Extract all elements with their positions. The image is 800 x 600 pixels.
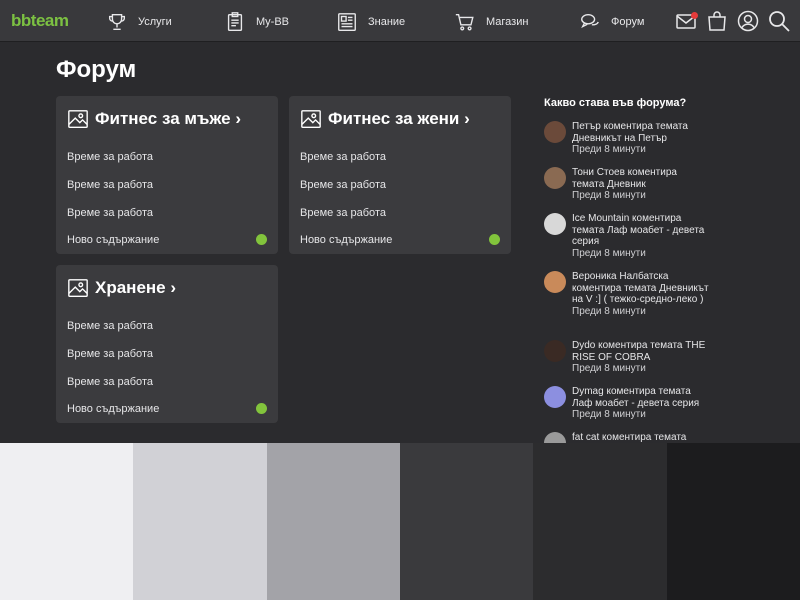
image-icon xyxy=(68,279,88,297)
search-button[interactable] xyxy=(767,9,791,33)
activity-text[interactable]: Dymag коментира темата Лаф моабет - деве… xyxy=(572,386,699,409)
chat-icon xyxy=(581,13,599,29)
avatar[interactable] xyxy=(544,340,566,362)
image-icon xyxy=(301,110,321,128)
activity-time: Преди 8 минути xyxy=(572,144,646,155)
nav-services[interactable]: Услуги xyxy=(106,10,172,34)
avatar[interactable] xyxy=(544,121,566,143)
clipboard-icon xyxy=(227,12,243,31)
user-icon xyxy=(737,10,759,32)
trophy-icon xyxy=(108,13,126,31)
card-row[interactable]: Време за работа xyxy=(67,376,153,388)
card-title: Хранене › xyxy=(95,278,177,297)
card-title: Фитнес за мъже › xyxy=(95,109,242,128)
messages-button[interactable] xyxy=(674,9,698,33)
bag-button[interactable] xyxy=(705,9,729,33)
cart-icon xyxy=(455,13,474,31)
nav-shop[interactable]: Магазин xyxy=(454,10,528,34)
color-palette xyxy=(0,443,800,600)
activity-time: Преди 8 минути xyxy=(572,409,646,420)
activity-time: Преди 8 минути xyxy=(572,247,646,259)
shopping-bag-icon xyxy=(708,11,726,31)
activity-heading: Какво става във форума? xyxy=(544,97,687,109)
forum-card-women-fitness[interactable]: Фитнес за жени › Време за работа Време з… xyxy=(289,96,511,254)
notification-dot xyxy=(691,12,698,19)
card-row[interactable]: Време за работа xyxy=(67,348,153,360)
card-row[interactable]: Време за работа xyxy=(300,207,386,219)
card-header[interactable]: Фитнес за жени › xyxy=(300,108,470,130)
nav-knowledge-label: Знание xyxy=(368,16,406,28)
activity-text[interactable]: Dydo коментира темата THE RISE OF COBRA xyxy=(572,340,705,363)
swatch xyxy=(0,443,134,600)
card-header[interactable]: Фитнес за мъже › xyxy=(67,108,241,130)
card-row[interactable]: Време за работа xyxy=(67,179,153,191)
activity-time: Преди 8 минути xyxy=(572,363,646,374)
card-row[interactable]: Време за работа xyxy=(67,207,153,219)
nav-services-label: Услуги xyxy=(138,16,172,28)
swatch xyxy=(133,443,267,600)
activity-time: Преди 8 минути xyxy=(572,305,646,317)
activity-time: Преди 8 минути xyxy=(572,190,646,201)
new-content-dot xyxy=(489,234,500,245)
top-nav-bar: bbteam Услуги My-BB Знание Магазин Форум xyxy=(0,0,800,42)
avatar[interactable] xyxy=(544,432,566,443)
card-row-new-content[interactable]: Ново съдържание xyxy=(300,234,392,246)
card-header[interactable]: Хранене › xyxy=(67,277,176,299)
swatch xyxy=(666,443,800,600)
avatar[interactable] xyxy=(544,167,566,189)
card-row[interactable]: Време за работа xyxy=(300,179,386,191)
nav-my-bb-label: My-BB xyxy=(256,16,289,28)
page-title: Форум xyxy=(56,56,137,83)
swatch xyxy=(266,443,400,600)
profile-button[interactable] xyxy=(736,9,760,33)
card-row[interactable]: Време за работа xyxy=(67,320,153,332)
nav-shop-label: Магазин xyxy=(486,16,529,28)
activity-text[interactable]: fat cat коментира темата xyxy=(572,432,686,443)
new-content-dot xyxy=(256,403,267,414)
search-icon xyxy=(769,11,790,32)
forum-card-nutrition[interactable]: Хранене › Време за работа Време за работ… xyxy=(56,265,278,423)
card-title: Фитнес за жени › xyxy=(328,109,470,128)
new-content-dot xyxy=(256,234,267,245)
nav-forum[interactable]: Форум xyxy=(579,10,644,34)
card-row-new-content[interactable]: Ново съдържание xyxy=(67,234,159,246)
newspaper-icon xyxy=(338,13,356,31)
card-row-new-content[interactable]: Ново съдържание xyxy=(67,403,159,415)
avatar[interactable] xyxy=(544,271,566,293)
card-row[interactable]: Време за работа xyxy=(67,151,153,163)
bbteam-logo[interactable]: bbteam xyxy=(11,11,69,31)
nav-knowledge[interactable]: Знание xyxy=(336,10,405,34)
swatch xyxy=(399,443,534,600)
forum-app: bbteam Услуги My-BB Знание Магазин Форум… xyxy=(0,0,800,443)
avatar[interactable] xyxy=(544,386,566,408)
activity-text[interactable]: Вероника Налбатска коментира темата Днев… xyxy=(572,271,709,305)
activity-text[interactable]: Ice Mountain коментира темата Лаф моабет… xyxy=(572,213,704,247)
nav-my-bb[interactable]: My-BB xyxy=(224,10,289,34)
swatch xyxy=(533,443,667,600)
forum-card-men-fitness[interactable]: Фитнес за мъже › Време за работа Време з… xyxy=(56,96,278,254)
avatar[interactable] xyxy=(544,213,566,235)
card-row[interactable]: Време за работа xyxy=(300,151,386,163)
activity-text[interactable]: Петър коментира темата Дневникът на Петъ… xyxy=(572,121,688,144)
image-icon xyxy=(68,110,88,128)
activity-text[interactable]: Тони Стоев коментира темата Дневник xyxy=(572,167,677,190)
nav-forum-label: Форум xyxy=(611,16,645,28)
